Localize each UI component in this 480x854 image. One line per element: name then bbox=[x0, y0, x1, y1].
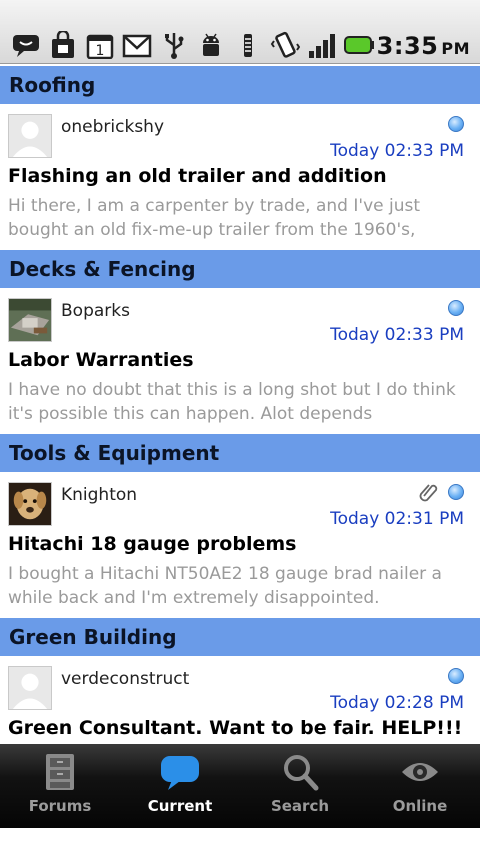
cabinet-icon bbox=[46, 754, 74, 790]
post-title: Labor Warranties bbox=[8, 349, 194, 371]
screen-bottom-strip bbox=[0, 828, 480, 854]
deck-photo-icon bbox=[9, 299, 51, 341]
clock-time: 3:35 bbox=[376, 32, 439, 60]
topic-item[interactable]: Boparks Today 02:33 PM Labor Warranties … bbox=[0, 288, 480, 434]
post-author: Knighton bbox=[61, 485, 138, 505]
signal-icon bbox=[306, 30, 338, 60]
section-header-green-building[interactable]: Green Building bbox=[0, 618, 480, 656]
default-avatar-icon bbox=[9, 667, 51, 709]
post-snippet: I bought a Hitachi NT50AE2 18 gauge brad… bbox=[8, 564, 442, 608]
notification-icons: 1 bbox=[10, 30, 375, 60]
post-timestamp: Today 02:28 PM bbox=[330, 693, 464, 713]
unread-indicator-icon bbox=[448, 300, 464, 316]
speech-bubble-icon bbox=[161, 756, 199, 790]
tab-online[interactable]: Online bbox=[360, 744, 480, 828]
dog-photo-icon bbox=[9, 483, 51, 525]
tab-label: Search bbox=[270, 797, 330, 815]
section-header-roofing[interactable]: Roofing bbox=[0, 66, 480, 104]
attachment-paperclip-icon bbox=[419, 484, 438, 502]
section-header-tools-equipment[interactable]: Tools & Equipment bbox=[0, 434, 480, 472]
post-timestamp: Today 02:31 PM bbox=[330, 509, 464, 529]
battery-icon bbox=[343, 30, 375, 60]
status-bar: 1 3:35 PM bbox=[0, 0, 480, 64]
section-header-decks-fencing[interactable]: Decks & Fencing bbox=[0, 250, 480, 288]
shopping-bag-icon bbox=[47, 30, 79, 60]
status-clock: 3:35 PM bbox=[377, 32, 470, 60]
unread-indicator-icon bbox=[448, 116, 464, 132]
post-snippet: I have no doubt that this is a long shot… bbox=[8, 380, 456, 424]
android-debug-icon bbox=[195, 30, 227, 60]
eye-icon bbox=[402, 763, 438, 781]
tab-search[interactable]: Search bbox=[240, 744, 360, 828]
unread-indicator-icon bbox=[448, 484, 464, 500]
tab-label: Online bbox=[392, 797, 448, 815]
tab-label: Current bbox=[147, 797, 213, 815]
current-topics-list[interactable]: Roofing onebrickshy Today 02:33 PM Flash… bbox=[0, 66, 480, 744]
post-author: verdeconstruct bbox=[61, 669, 190, 689]
tab-forums[interactable]: Forums bbox=[0, 744, 120, 828]
svg-text:1: 1 bbox=[96, 43, 105, 59]
tab-current[interactable]: Current bbox=[120, 744, 240, 828]
usb-icon bbox=[158, 30, 190, 60]
post-author: onebrickshy bbox=[61, 117, 165, 137]
topic-item[interactable]: onebrickshy Today 02:33 PM Flashing an o… bbox=[0, 104, 480, 250]
search-icon bbox=[284, 755, 319, 791]
bottom-tab-bar: Forums Current Search Online bbox=[0, 744, 480, 828]
post-timestamp: Today 02:33 PM bbox=[330, 141, 464, 161]
avatar[interactable] bbox=[8, 114, 52, 158]
post-title: Green Consultant. Want to be fair. HELP!… bbox=[8, 717, 463, 739]
vibrate-icon bbox=[269, 30, 301, 60]
clock-ampm: PM bbox=[441, 39, 470, 58]
post-author: Boparks bbox=[61, 301, 130, 321]
post-timestamp: Today 02:33 PM bbox=[330, 325, 464, 345]
wifi-icon bbox=[232, 30, 264, 60]
avatar[interactable] bbox=[8, 482, 52, 526]
avatar[interactable] bbox=[8, 666, 52, 710]
unread-indicator-icon bbox=[448, 668, 464, 684]
topic-item[interactable]: verdeconstruct Today 02:28 PM Green Cons… bbox=[0, 656, 480, 744]
tab-label: Forums bbox=[28, 797, 92, 815]
post-title: Flashing an old trailer and addition bbox=[8, 165, 387, 187]
topic-item[interactable]: Knighton Today 02:31 PM Hitachi 18 gauge… bbox=[0, 472, 480, 618]
post-title: Hitachi 18 gauge problems bbox=[8, 533, 297, 555]
gmail-icon bbox=[121, 30, 153, 60]
calendar-icon: 1 bbox=[84, 30, 116, 60]
post-snippet: Hi there, I am a carpenter by trade, and… bbox=[8, 196, 421, 240]
avatar[interactable] bbox=[8, 298, 52, 342]
chat-bubble-icon bbox=[10, 30, 42, 60]
default-avatar-icon bbox=[9, 115, 51, 157]
